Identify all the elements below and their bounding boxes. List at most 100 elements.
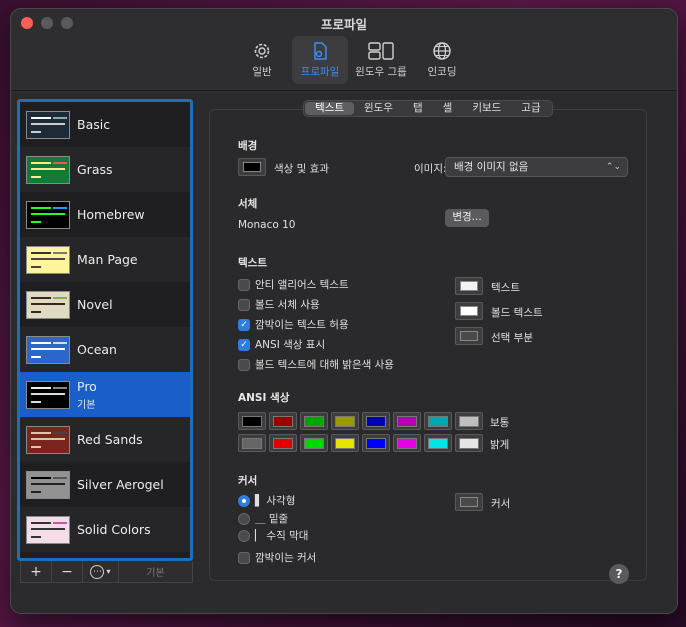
ansi-normal-swatch-4[interactable] (362, 412, 390, 430)
ansi-bright-swatch-4[interactable] (362, 434, 390, 452)
ansi-normal-swatch-3[interactable] (331, 412, 359, 430)
color-fill (273, 437, 293, 449)
profile-thumbnail (26, 380, 70, 409)
tab-text[interactable]: 텍스트 (305, 102, 354, 115)
cursor-bar-label: ▏ 수직 막대 (255, 530, 309, 542)
remove-profile-button[interactable]: − (52, 561, 83, 582)
selection-color-label: 선택 부분 (491, 332, 533, 344)
profile-name: Homebrew (77, 207, 145, 222)
more-actions-button[interactable]: ⋯ ▾ (83, 561, 119, 582)
ansi-bright-swatch-2[interactable] (300, 434, 328, 452)
ansi-bright-swatch-6[interactable] (424, 434, 452, 452)
ellipsis-circle-icon: ⋯ (90, 564, 105, 579)
settings-tabs: 텍스트 윈도우 탭 셸 키보드 고급 (303, 100, 553, 117)
bold-font-checkbox[interactable]: 볼드 서체 사용 (238, 297, 320, 312)
profile-item-silver-aerogel[interactable]: Silver Aerogel (20, 462, 190, 507)
bold-font-label: 볼드 서체 사용 (255, 299, 320, 311)
profile-item-ocean[interactable]: Ocean (20, 327, 190, 372)
profile-item-grass[interactable]: Grass (20, 147, 190, 192)
profile-item-red-sands[interactable]: Red Sands (20, 417, 190, 462)
profile-thumbnail (26, 110, 70, 139)
radio-icon (238, 529, 250, 542)
gear-icon (254, 43, 270, 59)
ansi-normal-swatch-5[interactable] (393, 412, 421, 430)
ansi-normal-swatch-2[interactable] (300, 412, 328, 430)
ansi-bright-swatch-1[interactable] (269, 434, 297, 452)
add-profile-button[interactable]: + (21, 561, 52, 582)
color-effects-label: 색상 및 효과 (274, 163, 329, 175)
ansi-bright-swatch-0[interactable] (238, 434, 266, 452)
ansi-bright-swatch-3[interactable] (331, 434, 359, 452)
profile-item-pro[interactable]: Pro 기본 (20, 372, 190, 417)
background-image-select[interactable]: 배경 이미지 없음 ⌃⌄ (445, 157, 628, 177)
cursor-color-swatch[interactable] (455, 493, 483, 511)
background-section-title: 배경 (238, 140, 258, 152)
cursor-block-radio[interactable]: ▌ 사각형 (238, 493, 295, 508)
set-default-button[interactable]: 기본 (119, 561, 192, 582)
profile-item-man-page[interactable]: Man Page (20, 237, 190, 282)
ansi-bright-swatch-5[interactable] (393, 434, 421, 452)
updown-chevron-icon: ⌃⌄ (605, 162, 621, 172)
bright-bold-checkbox[interactable]: 볼드 텍스트에 대해 밝은색 사용 (238, 357, 394, 372)
toolbar-encoding[interactable]: 인코딩 (414, 36, 470, 84)
cursor-bar-radio[interactable]: ▏ 수직 막대 (238, 528, 308, 543)
toolbar-general-label: 일반 (252, 66, 272, 78)
profile-list[interactable]: Basic Grass Homebrew Man Page Novel Ocea… (17, 99, 193, 561)
ansi-normal-swatch-7[interactable] (455, 412, 483, 430)
blink-text-checkbox[interactable]: ✓ 깜박이는 텍스트 허용 (238, 317, 349, 332)
color-fill (397, 437, 417, 449)
font-value: Monaco 10 (238, 219, 296, 231)
ansi-colors-label: ANSI 색상 표시 (255, 339, 326, 351)
profile-thumbnail (26, 470, 70, 499)
window-title: 프로파일 (320, 17, 367, 32)
profile-item-solid-colors[interactable]: Solid Colors (20, 507, 190, 552)
ansi-normal-swatch-0[interactable] (238, 412, 266, 430)
checkmark-icon: ✓ (238, 318, 250, 331)
tab-window[interactable]: 윈도우 (354, 102, 403, 115)
cursor-block-label: ▌ 사각형 (255, 495, 296, 507)
ansi-bright-swatch-7[interactable] (455, 434, 483, 452)
toolbar: 일반 프로파일 윈도우 그룹 인코딩 (234, 36, 470, 84)
color-fill (242, 415, 262, 427)
help-button[interactable]: ? (609, 564, 629, 584)
tab-advanced[interactable]: 고급 (511, 102, 550, 115)
color-fill (459, 415, 479, 427)
change-font-button[interactable]: 변경... (445, 209, 489, 227)
profile-name: Grass (77, 162, 113, 177)
profile-name: Ocean (77, 342, 117, 357)
profile-item-novel[interactable]: Novel (20, 282, 190, 327)
profile-thumbnail (26, 335, 70, 364)
blink-cursor-checkbox[interactable]: 깜박이는 커서 (238, 550, 316, 565)
image-label: 이미지: (414, 163, 447, 175)
profile-thumbnail (26, 290, 70, 319)
toolbar-profiles-label: 프로파일 (300, 66, 340, 78)
toolbar-profiles[interactable]: 프로파일 (292, 36, 348, 84)
text-color-swatch[interactable] (455, 277, 483, 295)
bold-text-color-swatch[interactable] (455, 302, 483, 320)
blink-text-label: 깜박이는 텍스트 허용 (255, 319, 349, 331)
tab-tab[interactable]: 탭 (403, 102, 433, 115)
blink-cursor-label: 깜박이는 커서 (255, 552, 317, 564)
tab-keyboard[interactable]: 키보드 (462, 102, 511, 115)
profile-thumbnail (26, 200, 70, 229)
tab-shell[interactable]: 셸 (433, 102, 463, 115)
antialias-checkbox[interactable]: 안티 앨리어스 텍스트 (238, 277, 349, 292)
color-fill (366, 415, 386, 427)
globe-icon (433, 42, 451, 60)
profile-thumbnail (26, 425, 70, 454)
profile-thumbnail (26, 155, 70, 184)
radio-selected-icon (238, 494, 250, 507)
profile-thumbnail (26, 245, 70, 274)
profile-item-basic[interactable]: Basic (20, 102, 190, 147)
toolbar-window-groups[interactable]: 윈도우 그룹 (350, 36, 412, 84)
cursor-underline-radio[interactable]: ＿ 밑줄 (238, 511, 288, 526)
profile-item-homebrew[interactable]: Homebrew (20, 192, 190, 237)
selection-color-swatch[interactable] (455, 327, 483, 345)
profile-name: Novel (77, 297, 113, 312)
ansi-colors-checkbox[interactable]: ✓ ANSI 색상 표시 (238, 337, 325, 352)
background-color-swatch[interactable] (238, 158, 266, 176)
toolbar-general[interactable]: 일반 (234, 36, 290, 84)
profile-list-controls: + − ⋯ ▾ 기본 (20, 561, 193, 583)
ansi-normal-swatch-6[interactable] (424, 412, 452, 430)
ansi-normal-swatch-1[interactable] (269, 412, 297, 430)
